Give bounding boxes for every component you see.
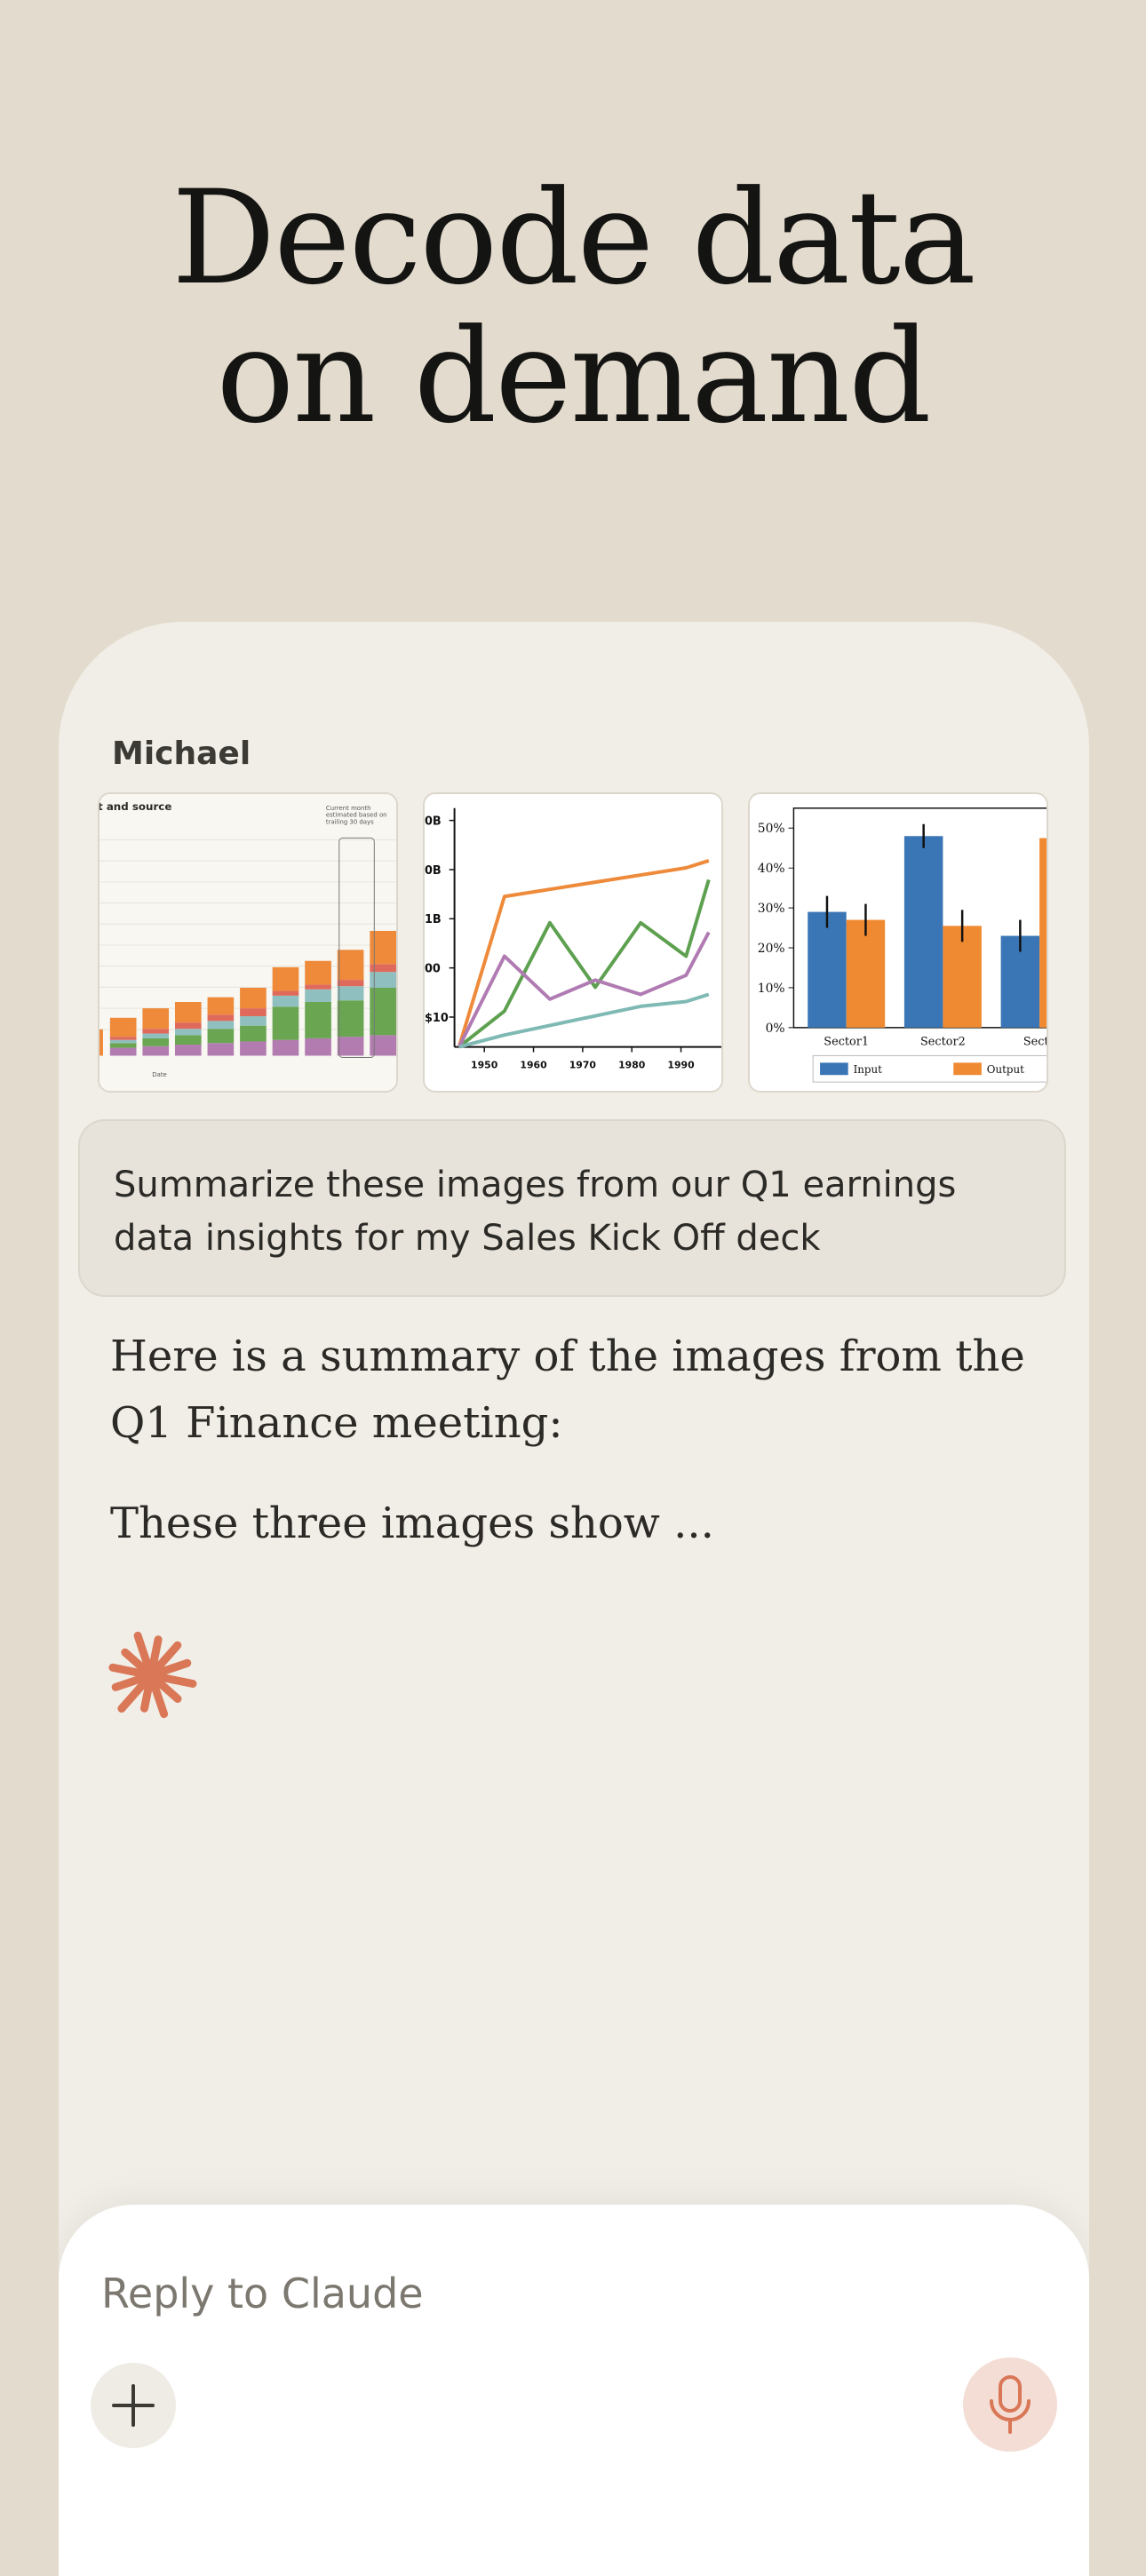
- attachment-line-chart[interactable]: 0B0B1B00$10 195019601970198019902: [423, 792, 723, 1093]
- bar-segment: [109, 1043, 137, 1048]
- y-tick-label: 0B: [425, 815, 442, 829]
- legend-label-output: Output: [987, 1063, 1024, 1076]
- bar-segment: [305, 960, 331, 985]
- headline-line-2: on demand: [216, 301, 931, 452]
- bar-segment: [272, 1006, 299, 1040]
- voice-input-button[interactable]: [963, 2357, 1057, 2452]
- bar-segment: [142, 1038, 170, 1046]
- legend-label-input: Input: [854, 1063, 883, 1076]
- assistant-response: Here is a summary of the images from the…: [110, 1324, 1052, 1591]
- bar-segment: [142, 1033, 170, 1038]
- claude-spark-icon: [108, 1631, 197, 1719]
- bar-segment: [305, 1001, 331, 1038]
- y-tick-label: 1B: [425, 913, 442, 926]
- bar-segment: [240, 1008, 267, 1017]
- bar-segment: [207, 1014, 235, 1022]
- legend-swatch-output: [953, 1062, 982, 1076]
- response-line-2: These three images show ...: [110, 1499, 714, 1548]
- add-attachment-button[interactable]: [91, 2363, 176, 2448]
- user-message-text: Summarize these images from our Q1 earni…: [114, 1165, 957, 1259]
- bar-segment: [207, 997, 235, 1015]
- bar-segment: [142, 1008, 170, 1030]
- y-tick-label: 10%: [758, 982, 785, 996]
- bar-segment: [272, 995, 299, 1007]
- headline-line-1: Decode data: [171, 163, 976, 314]
- bar-segment: [109, 1017, 137, 1038]
- user-message-bubble: Summarize these images from our Q1 earni…: [78, 1119, 1066, 1297]
- bar-segment: [109, 1047, 137, 1056]
- y-tick-label: 20%: [758, 942, 785, 956]
- bar-segment: [272, 1039, 299, 1056]
- bar-segment: [174, 1035, 202, 1046]
- bar-segment: [337, 980, 364, 987]
- bar-segment: [305, 1038, 331, 1056]
- legend-swatch-input: [820, 1062, 848, 1076]
- x-tick-label: 1990: [667, 1059, 695, 1070]
- headline: Decode data on demand: [0, 169, 1146, 446]
- bar-segment: [174, 1045, 202, 1056]
- y-tick-label: 40%: [758, 862, 785, 876]
- attachment-grouped-bar-chart[interactable]: 0% 10% 20% 30% 40% 50% Sector1 Sector2 Secto In…: [748, 792, 1048, 1093]
- bar-segment: [174, 1022, 202, 1030]
- bar-segment: [337, 986, 364, 1001]
- bar-segment: [337, 1000, 364, 1038]
- x-tick-label: Secto: [1023, 1036, 1047, 1049]
- bar-segment: [272, 966, 299, 991]
- composer: Reply to Claude: [59, 2205, 1089, 2576]
- bar-segment: [207, 1029, 235, 1044]
- bar-segment: [240, 987, 267, 1009]
- plus-icon: [112, 2384, 155, 2427]
- reply-input[interactable]: Reply to Claude: [101, 2258, 901, 2329]
- bar-segment: [305, 989, 331, 1002]
- x-tick-label: 1950: [471, 1059, 498, 1070]
- response-line-1: Here is a summary of the images from the…: [110, 1332, 1025, 1448]
- bar: [808, 911, 847, 1028]
- attachment-row: t and source Current month estimated bas…: [98, 792, 1048, 1093]
- x-tick-label: 1960: [520, 1059, 547, 1070]
- bar-segment: [337, 1037, 364, 1056]
- sender-name: Michael: [112, 735, 251, 772]
- grouped-bar-chart: 0% 10% 20% 30% 40% 50% Sector1 Sector2 Secto In…: [750, 794, 1047, 1091]
- x-tick-label: Sector2: [920, 1036, 966, 1049]
- y-tick-label: $10: [425, 1012, 449, 1025]
- bar-segment: [240, 1025, 267, 1042]
- bar-segment: [305, 984, 331, 990]
- bar-segment: [142, 1029, 170, 1034]
- bar-segment: [240, 1041, 267, 1056]
- chart1-xlabel: Date: [152, 1071, 167, 1078]
- attachment-stacked-bar-chart[interactable]: t and source Current month estimated bas…: [98, 792, 398, 1093]
- bar-segment: [174, 1029, 202, 1036]
- bar-segment: [109, 1039, 137, 1044]
- bar: [1039, 838, 1047, 1028]
- y-tick-label: 30%: [758, 902, 785, 916]
- y-tick-label: 0B: [425, 864, 442, 878]
- bar: [903, 836, 943, 1028]
- bar-segment: [174, 1001, 202, 1023]
- x-tick-label: 1970: [569, 1059, 597, 1070]
- microphone-icon: [990, 2375, 1031, 2434]
- x-tick-label: Sector1: [824, 1036, 869, 1049]
- bar-segment: [337, 950, 364, 981]
- y-tick-label: 50%: [758, 822, 785, 836]
- bar: [846, 919, 886, 1028]
- bar-segment: [109, 1037, 137, 1040]
- bar-segment: [207, 1021, 235, 1030]
- line-chart: 0B0B1B00$10 195019601970198019902: [425, 794, 721, 1091]
- bar-segment: [142, 1046, 170, 1056]
- bar-segment-partial: [99, 1029, 103, 1056]
- y-tick-label: 00: [425, 963, 441, 976]
- chat-card: Michael t and source Current month estim…: [59, 622, 1089, 2576]
- bar-segment: [207, 1043, 235, 1056]
- bar-segment: [272, 990, 299, 996]
- y-tick-label: 0%: [766, 1022, 785, 1036]
- chart1-title: t and source: [99, 800, 171, 813]
- x-tick-label: 1980: [618, 1059, 646, 1070]
- stacked-bar-chart: t and source Current month estimated bas…: [99, 794, 396, 1091]
- bar-segment: [240, 1016, 267, 1026]
